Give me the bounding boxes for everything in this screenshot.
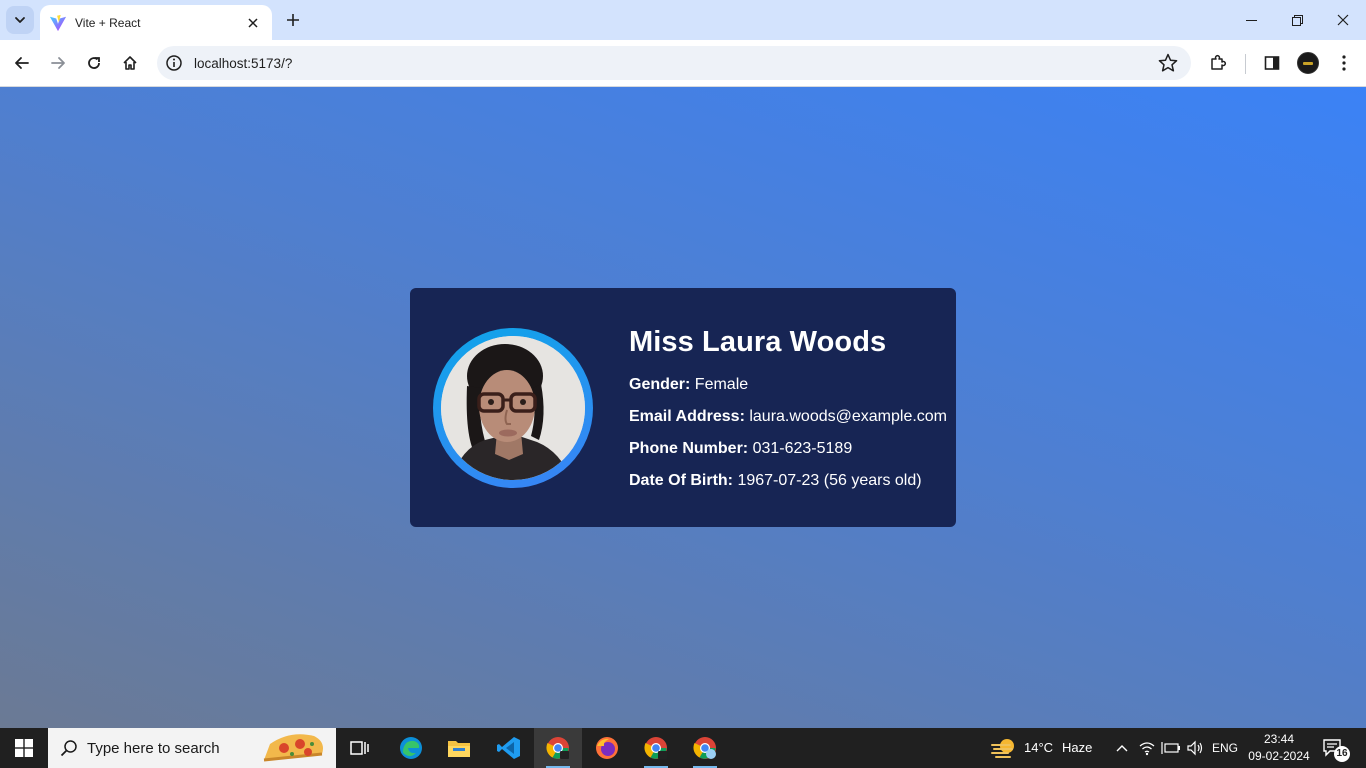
plus-icon — [287, 14, 299, 26]
star-icon[interactable] — [1157, 52, 1179, 74]
search-placeholder: Type here to search — [87, 739, 220, 757]
taskbar-search[interactable]: Type here to search — [48, 728, 336, 768]
window-close-button[interactable] — [1320, 0, 1366, 40]
kebab-menu-icon — [1342, 55, 1346, 71]
weather-condition[interactable]: Haze — [1062, 728, 1092, 768]
windows-logo-icon — [15, 739, 33, 757]
taskbar-app-chrome-3[interactable] — [681, 728, 729, 768]
close-icon — [1337, 14, 1349, 26]
restore-icon — [1291, 14, 1303, 26]
weather-temp[interactable]: 14°C — [1024, 728, 1053, 768]
chevron-up-icon[interactable] — [1115, 742, 1129, 754]
portrait-image — [441, 336, 585, 480]
phone-label: Phone Number: — [629, 440, 749, 457]
email-value: laura.woods@example.com — [749, 408, 948, 425]
puzzle-icon — [1211, 54, 1227, 70]
task-view-icon — [350, 741, 369, 755]
file-explorer-icon — [448, 741, 470, 757]
arrow-right-icon — [51, 57, 65, 69]
edge-icon — [400, 737, 422, 759]
wifi-icon[interactable] — [1139, 740, 1155, 756]
clock-time: 23:44 — [1263, 732, 1295, 746]
pizza-doodle-icon — [263, 734, 323, 762]
gender-row: Gender: Female — [629, 369, 947, 401]
phone-row: Phone Number: 031-623-5189 — [629, 433, 947, 465]
avatar — [441, 336, 585, 480]
volume-icon[interactable] — [1186, 740, 1204, 756]
restore-button[interactable] — [1274, 0, 1320, 40]
browser-menu-button[interactable] — [1329, 48, 1359, 78]
url-text[interactable]: localhost:5173/? — [194, 56, 1157, 71]
email-row: Email Address: laura.woods@example.com — [629, 401, 947, 433]
tab-search-button[interactable] — [6, 6, 34, 34]
task-view-button[interactable] — [336, 728, 384, 768]
avatar-ring — [433, 328, 593, 488]
start-button[interactable] — [0, 728, 48, 768]
reload-button[interactable] — [79, 48, 109, 78]
dob-row: Date Of Birth: 1967-07-23 (56 years old) — [629, 465, 947, 497]
clock[interactable]: 23:44 09-02-2024 — [1244, 731, 1314, 765]
clock-date: 09-02-2024 — [1248, 749, 1310, 763]
taskbar-app-firefox[interactable] — [583, 728, 631, 768]
browser-tab-strip: Vite + React — [0, 0, 1366, 40]
notification-badge: 16 — [1334, 746, 1350, 762]
dob-label: Date Of Birth: — [629, 472, 733, 489]
chevron-down-icon — [15, 17, 25, 23]
profile-card: Miss Laura Woods Gender: Female Email Ad… — [410, 288, 956, 527]
close-icon[interactable] — [244, 14, 262, 32]
gender-value: Female — [694, 376, 749, 393]
side-panel-button[interactable] — [1257, 48, 1287, 78]
side-panel-icon — [1264, 56, 1280, 70]
taskbar-app-chrome-active[interactable] — [534, 728, 582, 768]
arrow-left-icon — [15, 57, 29, 69]
profile-details: Miss Laura Woods Gender: Female Email Ad… — [629, 326, 947, 497]
page-viewport: Miss Laura Woods Gender: Female Email Ad… — [0, 87, 1366, 728]
info-icon[interactable] — [165, 54, 183, 72]
address-bar[interactable]: localhost:5173/? — [157, 46, 1191, 80]
profile-name: Miss Laura Woods — [629, 326, 887, 358]
back-button[interactable] — [7, 48, 37, 78]
forward-button[interactable] — [43, 48, 73, 78]
browser-tab[interactable]: Vite + React — [40, 5, 272, 40]
taskbar-app-file-explorer[interactable] — [435, 728, 483, 768]
browser-toolbar: localhost:5173/? — [0, 40, 1366, 87]
home-button[interactable] — [115, 48, 145, 78]
chrome-icon — [546, 737, 569, 759]
chrome-icon — [644, 737, 667, 759]
windows-taskbar: Type here to search 14°C Haze ENG 23:44 … — [0, 728, 1366, 768]
email-label: Email Address: — [629, 408, 745, 425]
taskbar-app-edge[interactable] — [387, 728, 435, 768]
minimize-button[interactable] — [1228, 0, 1274, 40]
home-icon — [123, 56, 137, 70]
chrome-icon — [693, 737, 716, 759]
reload-icon — [88, 57, 100, 69]
new-tab-button[interactable] — [280, 7, 306, 33]
extensions-button[interactable] — [1203, 48, 1233, 78]
dob-value: 1967-07-23 (56 years old) — [737, 472, 922, 489]
vite-logo-icon — [49, 14, 67, 31]
gender-label: Gender: — [629, 376, 691, 393]
search-icon — [60, 740, 77, 757]
tab-title: Vite + React — [75, 15, 141, 30]
minimize-icon — [1245, 19, 1257, 21]
firefox-icon — [596, 737, 618, 759]
taskbar-app-vscode[interactable] — [485, 728, 533, 768]
phone-value: 031-623-5189 — [752, 440, 853, 457]
notifications-button[interactable]: 16 — [1322, 736, 1350, 762]
taskbar-app-chrome-2[interactable] — [632, 728, 680, 768]
vscode-icon — [497, 737, 520, 759]
battery-icon[interactable] — [1161, 740, 1181, 756]
profile-avatar[interactable] — [1297, 52, 1319, 74]
language-indicator[interactable]: ENG — [1212, 728, 1238, 768]
toolbar-divider — [1245, 54, 1246, 74]
weather-haze-icon[interactable] — [990, 737, 1018, 759]
